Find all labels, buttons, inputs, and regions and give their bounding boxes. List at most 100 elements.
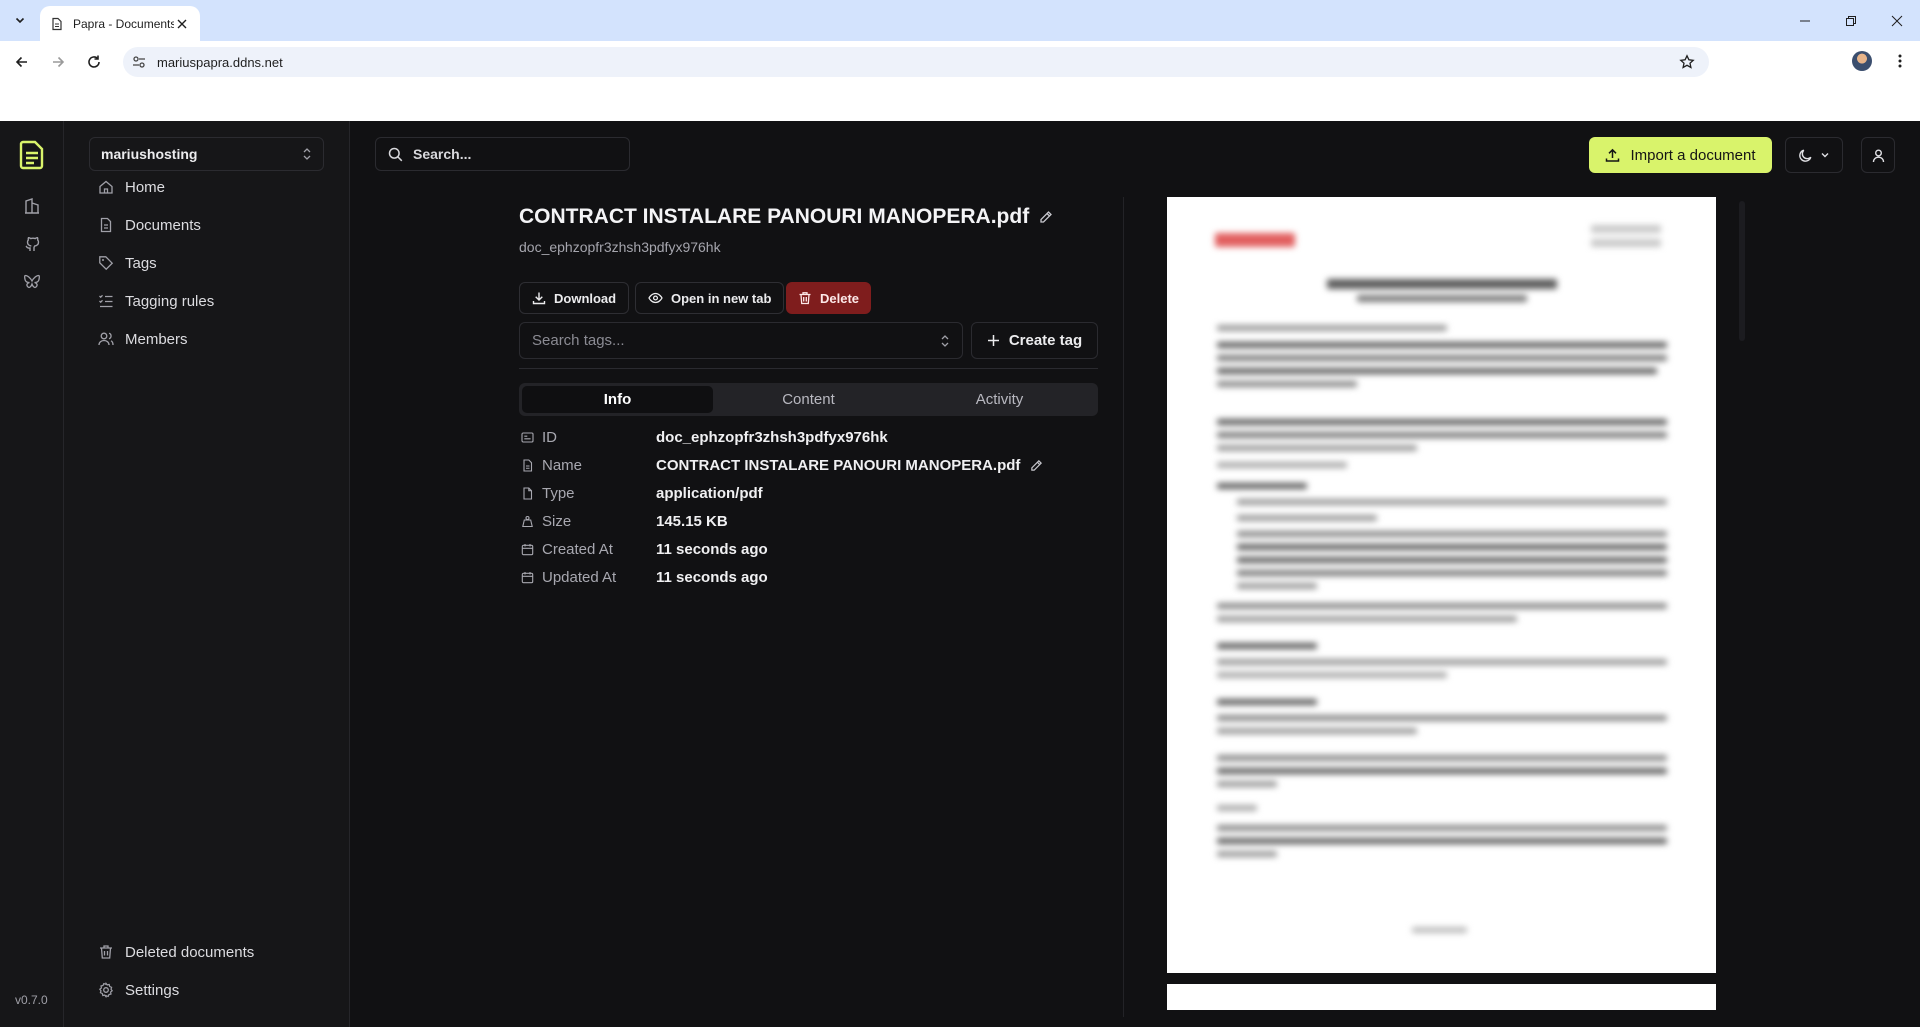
- browser-menu-icon[interactable]: [1890, 51, 1910, 71]
- site-info-icon[interactable]: [131, 54, 147, 70]
- info-value: doc_ephzopfr3zhsh3pdfyx976hk: [656, 428, 888, 446]
- tab-content[interactable]: Content: [713, 386, 904, 413]
- sidebar-item-settings[interactable]: Settings: [97, 975, 179, 1005]
- open-in-new-tab-button[interactable]: Open in new tab: [635, 282, 785, 314]
- sidebar-item-label: Home: [125, 178, 166, 196]
- chevron-up-down-icon: [303, 148, 311, 160]
- minimize-icon[interactable]: [1782, 0, 1828, 41]
- gear-icon: [97, 981, 115, 999]
- info-row-created-at: Created At 11 seconds ago: [520, 538, 1100, 560]
- tag-icon: [97, 254, 115, 272]
- tags-placeholder: Search tags...: [532, 332, 625, 349]
- tags-search-select[interactable]: Search tags...: [519, 322, 963, 359]
- organization-select[interactable]: mariushosting: [89, 137, 324, 171]
- sidebar-item-label: Deleted documents: [125, 943, 255, 961]
- sidebar-item-documents[interactable]: Documents: [97, 210, 201, 240]
- document-tabs: Info Content Activity: [519, 383, 1098, 416]
- icon-rail: v0.7.0: [0, 121, 64, 1027]
- trash-icon: [799, 292, 811, 305]
- info-row-name: Name CONTRACT INSTALARE PANOURI MANOPERA…: [520, 454, 1100, 476]
- info-key: ID: [542, 428, 557, 446]
- preview-scroll-thumb[interactable]: [1739, 201, 1745, 341]
- info-value: CONTRACT INSTALARE PANOURI MANOPERA.pdf: [656, 457, 1043, 474]
- info-row-updated-at: Updated At 11 seconds ago: [520, 566, 1100, 588]
- chevron-down-icon: [1821, 153, 1829, 158]
- browser-tab[interactable]: Papra - Documents: [40, 6, 200, 41]
- info-value: 11 seconds ago: [656, 568, 768, 586]
- sidebar-item-label: Tagging rules: [125, 292, 215, 310]
- search-icon: [388, 147, 403, 161]
- document-id: doc_ephzopfr3zhsh3pdfyx976hk: [519, 239, 721, 255]
- info-row-type: Type application/pdf: [520, 482, 1100, 504]
- search-input[interactable]: Search...: [375, 137, 630, 171]
- chevron-up-down-icon: [941, 334, 949, 347]
- tab-close-icon[interactable]: [174, 16, 190, 32]
- download-button[interactable]: Download: [519, 282, 630, 314]
- plus-icon: [987, 335, 999, 346]
- info-key: Updated At: [542, 568, 617, 586]
- theme-toggle-button[interactable]: [1785, 137, 1843, 173]
- file-icon: [520, 458, 534, 472]
- home-icon: [97, 178, 115, 196]
- document-favicon-icon: [52, 17, 62, 30]
- sidebar-item-label: Documents: [125, 216, 201, 234]
- url-text: mariuspapra.ddns.net: [157, 54, 283, 70]
- import-document-button[interactable]: Import a document: [1589, 137, 1772, 173]
- tab-search-button[interactable]: [8, 8, 32, 32]
- pdf-preview-next-page[interactable]: [1167, 984, 1716, 1010]
- info-name-text: CONTRACT INSTALARE PANOURI MANOPERA.pdf: [656, 456, 1021, 474]
- search-placeholder: Search...: [413, 146, 472, 162]
- pdf-preview-page[interactable]: [1167, 197, 1716, 973]
- tab-activity[interactable]: Activity: [904, 386, 1095, 413]
- section-divider: [519, 368, 1098, 369]
- sidebar-item-deleted-documents[interactable]: Deleted documents: [97, 937, 254, 967]
- info-row-size: Size 145.15 KB: [520, 510, 1100, 532]
- calendar-icon: [520, 542, 534, 556]
- import-document-label: Import a document: [1630, 146, 1756, 164]
- organizations-icon[interactable]: [22, 196, 42, 216]
- info-key: Created At: [542, 540, 613, 558]
- restore-icon[interactable]: [1828, 0, 1874, 41]
- reload-icon[interactable]: [81, 49, 107, 75]
- info-value: application/pdf: [656, 484, 763, 502]
- document-title-text: CONTRACT INSTALARE PANOURI MANOPERA.pdf: [519, 205, 1030, 228]
- forward-icon[interactable]: [45, 49, 71, 75]
- sidebar-item-members[interactable]: Members: [97, 324, 188, 354]
- organization-name: mariushosting: [101, 146, 198, 162]
- info-key: Size: [542, 512, 572, 530]
- sidebar-item-home[interactable]: Home: [97, 172, 165, 202]
- edit-pencil-icon[interactable]: [1030, 459, 1043, 472]
- calendar-icon: [520, 570, 534, 584]
- tab-info[interactable]: Info: [522, 386, 713, 413]
- id-card-icon: [520, 430, 534, 444]
- tab-title: Papra - Documents: [73, 16, 174, 31]
- pane-divider: [1123, 197, 1124, 1017]
- eye-icon: [648, 292, 663, 304]
- sidebar-item-tagging-rules[interactable]: Tagging rules: [97, 286, 214, 316]
- close-window-icon[interactable]: [1874, 0, 1920, 41]
- back-icon[interactable]: [9, 49, 35, 75]
- github-icon[interactable]: [22, 234, 42, 254]
- edit-pencil-icon[interactable]: [1039, 210, 1053, 224]
- bookmark-star-icon[interactable]: [1679, 54, 1695, 75]
- papra-logo-icon[interactable]: [18, 139, 46, 176]
- delete-button[interactable]: Delete: [786, 282, 872, 314]
- bookmark-bar: [0, 82, 1920, 121]
- blurred-page-content: [1167, 197, 1716, 973]
- sidebar-item-tags[interactable]: Tags: [97, 248, 157, 278]
- user-menu-button[interactable]: [1861, 137, 1895, 173]
- create-tag-button[interactable]: Create tag: [971, 322, 1098, 359]
- user-icon: [1872, 149, 1884, 162]
- address-bar[interactable]: mariuspapra.ddns.net: [123, 47, 1709, 77]
- bluesky-butterfly-icon[interactable]: [22, 272, 42, 292]
- sidebar-item-label: Members: [125, 330, 188, 348]
- file-type-icon: [520, 486, 534, 500]
- app-version: v0.7.0: [15, 993, 48, 1007]
- info-value: 11 seconds ago: [656, 540, 768, 558]
- window-controls: [1782, 0, 1920, 41]
- info-value: 145.15 KB: [656, 512, 728, 530]
- profile-avatar[interactable]: [1852, 51, 1872, 71]
- file-text-icon: [97, 216, 115, 234]
- create-tag-label: Create tag: [1008, 332, 1083, 349]
- list-check-icon: [97, 292, 115, 310]
